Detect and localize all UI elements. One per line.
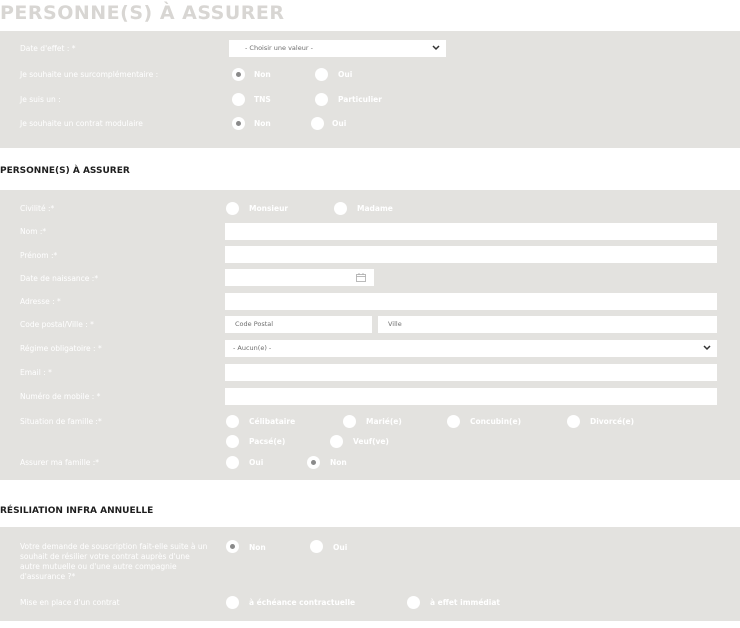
- monsieur-label: Monsieur: [249, 204, 289, 213]
- email-input[interactable]: [225, 364, 717, 381]
- chevron-down-icon: [703, 345, 711, 351]
- code-postal-input[interactable]: Code Postal: [225, 316, 372, 333]
- tns-radio[interactable]: [232, 93, 245, 106]
- regime-value: - Aucun(e) -: [233, 344, 272, 352]
- adresse-label: Adresse : *: [20, 297, 61, 306]
- mobile-label: Numéro de mobile : *: [20, 392, 101, 401]
- modulaire-non-radio[interactable]: [232, 117, 245, 130]
- echeance-label: à échéance contractuelle: [249, 598, 356, 607]
- chevron-down-icon: [432, 45, 440, 51]
- persons-section-title: PERSONNE(S) À ASSURER: [0, 166, 130, 176]
- surcomplementaire-oui-label: Oui: [338, 70, 353, 79]
- immediat-radio[interactable]: [407, 596, 420, 609]
- madame-radio[interactable]: [334, 202, 347, 215]
- naissance-input[interactable]: [225, 269, 374, 286]
- date-effet-value: - Choisir une valeur -: [245, 44, 313, 52]
- regime-select[interactable]: - Aucun(e) -: [225, 340, 717, 357]
- prenom-input[interactable]: [225, 246, 717, 263]
- surcomplementaire-non-radio[interactable]: [232, 68, 245, 81]
- demande-oui-label: Oui: [333, 543, 348, 552]
- divorce-radio[interactable]: [567, 415, 580, 428]
- prenom-label: Prénom :*: [20, 251, 58, 260]
- echeance-radio[interactable]: [226, 596, 239, 609]
- surcomplementaire-non-label: Non: [254, 70, 271, 79]
- je-suis-label: Je suis un :: [20, 95, 61, 104]
- modulaire-non-label: Non: [254, 119, 271, 128]
- civilite-label: Civilité :*: [20, 204, 55, 213]
- ville-input[interactable]: Ville: [378, 316, 717, 333]
- date-effet-select[interactable]: - Choisir une valeur -: [229, 40, 446, 57]
- pacse-label: Pacsé(e): [249, 437, 286, 446]
- adresse-input[interactable]: [225, 293, 717, 310]
- veuf-radio[interactable]: [330, 435, 343, 448]
- demande-non-label: Non: [249, 543, 266, 552]
- pacse-radio[interactable]: [226, 435, 239, 448]
- veuf-label: Veuf(ve): [353, 437, 389, 446]
- nom-input[interactable]: [225, 223, 717, 240]
- monsieur-radio[interactable]: [226, 202, 239, 215]
- calendar-icon[interactable]: [356, 273, 366, 282]
- mise-en-place-label: Mise en place d'un contrat: [20, 598, 120, 607]
- email-label: Email : *: [20, 368, 52, 377]
- date-effet-label: Date d'effet : *: [20, 44, 76, 53]
- particulier-label: Particulier: [338, 95, 382, 104]
- modulaire-label: Je souhaite un contrat modulaire: [20, 119, 143, 128]
- particulier-radio[interactable]: [315, 93, 328, 106]
- page-title: PERSONNE(S) À ASSURER: [0, 2, 285, 24]
- assurer-famille-label: Assurer ma famille :*: [20, 458, 100, 467]
- divorce-label: Divorcé(e): [590, 417, 635, 426]
- modulaire-oui-label: Oui: [332, 119, 347, 128]
- concubin-label: Concubin(e): [470, 417, 522, 426]
- assurer-famille-non-radio[interactable]: [307, 456, 320, 469]
- celibataire-radio[interactable]: [226, 415, 239, 428]
- surcomplementaire-oui-radio[interactable]: [315, 68, 328, 81]
- naissance-label: Date de naissance :*: [20, 274, 99, 283]
- concubin-radio[interactable]: [447, 415, 460, 428]
- code-postal-ville-label: Code postal/Ville : *: [20, 320, 94, 329]
- immediat-label: à effet immédiat: [430, 598, 500, 607]
- resiliation-section-title: RÉSILIATION INFRA ANNUELLE: [0, 506, 154, 516]
- nom-label: Nom :*: [20, 227, 47, 236]
- assurer-famille-oui-radio[interactable]: [226, 456, 239, 469]
- situation-label: Situation de famille :*: [20, 417, 102, 426]
- modulaire-oui-radio[interactable]: [311, 117, 324, 130]
- tns-label: TNS: [254, 95, 271, 104]
- surcomplementaire-label: Je souhaite une surcomplémentaire :: [20, 70, 159, 79]
- mobile-input[interactable]: [225, 388, 717, 405]
- demande-oui-radio[interactable]: [310, 540, 323, 553]
- demande-label: Votre demande de souscription fait-elle …: [20, 542, 208, 581]
- madame-label: Madame: [357, 204, 393, 213]
- celibataire-label: Célibataire: [249, 417, 296, 426]
- demande-non-radio[interactable]: [226, 540, 239, 553]
- assurer-famille-non-label: Non: [330, 458, 347, 467]
- assurer-famille-oui-label: Oui: [249, 458, 264, 467]
- marie-radio[interactable]: [343, 415, 356, 428]
- regime-label: Régime obligatoire : *: [20, 344, 102, 353]
- marie-label: Marié(e): [366, 417, 402, 426]
